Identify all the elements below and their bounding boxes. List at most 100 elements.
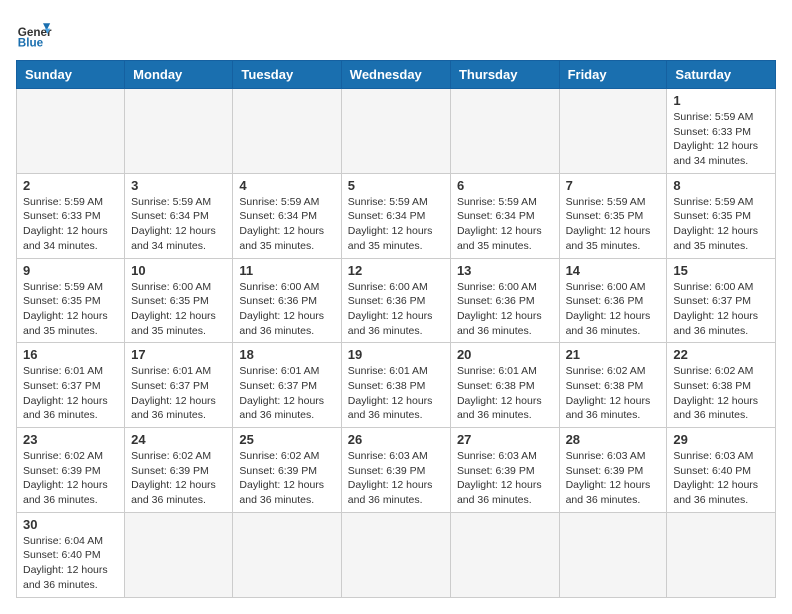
weekday-header-friday: Friday xyxy=(559,61,667,89)
day-number: 27 xyxy=(457,432,553,447)
calendar-day-cell: 14Sunrise: 6:00 AM Sunset: 6:36 PM Dayli… xyxy=(559,258,667,343)
logo-icon: General Blue xyxy=(16,16,52,52)
day-info: Sunrise: 6:00 AM Sunset: 6:36 PM Dayligh… xyxy=(457,280,553,339)
day-info: Sunrise: 6:02 AM Sunset: 6:38 PM Dayligh… xyxy=(566,364,661,423)
day-info: Sunrise: 6:01 AM Sunset: 6:37 PM Dayligh… xyxy=(239,364,334,423)
weekday-header-monday: Monday xyxy=(125,61,233,89)
day-info: Sunrise: 6:02 AM Sunset: 6:39 PM Dayligh… xyxy=(23,449,118,508)
day-info: Sunrise: 6:00 AM Sunset: 6:35 PM Dayligh… xyxy=(131,280,226,339)
day-number: 16 xyxy=(23,347,118,362)
calendar-week-row: 9 Sunrise: 5:59 AM Sunset: 6:35 PM Daylig… xyxy=(17,258,776,343)
day-number: 24 xyxy=(131,432,226,447)
calendar-day-cell: 11Sunrise: 6:00 AM Sunset: 6:36 PM Dayli… xyxy=(233,258,341,343)
calendar-day-cell: 21 Sunrise: 6:02 AM Sunset: 6:38 PM Dayli… xyxy=(559,343,667,428)
calendar-day-cell xyxy=(17,89,125,174)
day-info: Sunrise: 6:01 AM Sunset: 6:37 PM Dayligh… xyxy=(23,364,118,423)
day-info: Sunrise: 5:59 AM Sunset: 6:33 PM Dayligh… xyxy=(673,110,769,169)
weekday-header-tuesday: Tuesday xyxy=(233,61,341,89)
day-number: 15 xyxy=(673,263,769,278)
calendar-day-cell xyxy=(341,89,450,174)
day-info: Sunrise: 6:03 AM Sunset: 6:39 PM Dayligh… xyxy=(457,449,553,508)
day-info: Sunrise: 5:59 AM Sunset: 6:34 PM Dayligh… xyxy=(457,195,553,254)
calendar-day-cell: 15 Sunrise: 6:00 AM Sunset: 6:37 PM Dayli… xyxy=(667,258,776,343)
calendar-day-cell: 29 Sunrise: 6:03 AM Sunset: 6:40 PM Dayli… xyxy=(667,428,776,513)
day-number: 28 xyxy=(566,432,661,447)
calendar-day-cell: 27 Sunrise: 6:03 AM Sunset: 6:39 PM Dayli… xyxy=(450,428,559,513)
calendar-week-row: 23 Sunrise: 6:02 AM Sunset: 6:39 PM Dayli… xyxy=(17,428,776,513)
calendar-day-cell xyxy=(450,89,559,174)
day-number: 3 xyxy=(131,178,226,193)
calendar-day-cell: 6 Sunrise: 5:59 AM Sunset: 6:34 PM Daylig… xyxy=(450,173,559,258)
calendar-week-row: 30 Sunrise: 6:04 AM Sunset: 6:40 PM Dayli… xyxy=(17,512,776,597)
weekday-header-sunday: Sunday xyxy=(17,61,125,89)
calendar-day-cell: 10 Sunrise: 6:00 AM Sunset: 6:35 PM Dayli… xyxy=(125,258,233,343)
day-number: 17 xyxy=(131,347,226,362)
day-number: 14 xyxy=(566,263,661,278)
calendar-day-cell: 16 Sunrise: 6:01 AM Sunset: 6:37 PM Dayli… xyxy=(17,343,125,428)
day-info: Sunrise: 5:59 AM Sunset: 6:35 PM Dayligh… xyxy=(566,195,661,254)
weekday-header-thursday: Thursday xyxy=(450,61,559,89)
calendar-week-row: 16 Sunrise: 6:01 AM Sunset: 6:37 PM Dayli… xyxy=(17,343,776,428)
calendar-week-row: 1 Sunrise: 5:59 AM Sunset: 6:33 PM Daylig… xyxy=(17,89,776,174)
calendar-day-cell: 4Sunrise: 5:59 AM Sunset: 6:34 PM Daylig… xyxy=(233,173,341,258)
day-info: Sunrise: 6:00 AM Sunset: 6:37 PM Dayligh… xyxy=(673,280,769,339)
calendar-day-cell: 9 Sunrise: 5:59 AM Sunset: 6:35 PM Daylig… xyxy=(17,258,125,343)
calendar-day-cell xyxy=(341,512,450,597)
day-info: Sunrise: 5:59 AM Sunset: 6:35 PM Dayligh… xyxy=(23,280,118,339)
day-info: Sunrise: 6:02 AM Sunset: 6:39 PM Dayligh… xyxy=(131,449,226,508)
logo: General Blue xyxy=(16,16,52,52)
day-number: 10 xyxy=(131,263,226,278)
day-info: Sunrise: 5:59 AM Sunset: 6:34 PM Dayligh… xyxy=(131,195,226,254)
calendar-day-cell: 13 Sunrise: 6:00 AM Sunset: 6:36 PM Dayli… xyxy=(450,258,559,343)
calendar-day-cell: 24 Sunrise: 6:02 AM Sunset: 6:39 PM Dayli… xyxy=(125,428,233,513)
calendar-day-cell xyxy=(125,89,233,174)
day-number: 1 xyxy=(673,93,769,108)
calendar-day-cell: 8Sunrise: 5:59 AM Sunset: 6:35 PM Daylig… xyxy=(667,173,776,258)
day-info: Sunrise: 6:01 AM Sunset: 6:38 PM Dayligh… xyxy=(348,364,444,423)
calendar-week-row: 2 Sunrise: 5:59 AM Sunset: 6:33 PM Daylig… xyxy=(17,173,776,258)
day-number: 8 xyxy=(673,178,769,193)
calendar-day-cell: 7Sunrise: 5:59 AM Sunset: 6:35 PM Daylig… xyxy=(559,173,667,258)
calendar-day-cell: 18Sunrise: 6:01 AM Sunset: 6:37 PM Dayli… xyxy=(233,343,341,428)
day-info: Sunrise: 6:01 AM Sunset: 6:38 PM Dayligh… xyxy=(457,364,553,423)
calendar-day-cell: 3 Sunrise: 5:59 AM Sunset: 6:34 PM Daylig… xyxy=(125,173,233,258)
day-number: 2 xyxy=(23,178,118,193)
calendar-day-cell: 26Sunrise: 6:03 AM Sunset: 6:39 PM Dayli… xyxy=(341,428,450,513)
svg-text:Blue: Blue xyxy=(18,37,44,50)
day-number: 19 xyxy=(348,347,444,362)
day-number: 23 xyxy=(23,432,118,447)
calendar-day-cell: 30 Sunrise: 6:04 AM Sunset: 6:40 PM Dayli… xyxy=(17,512,125,597)
weekday-header-saturday: Saturday xyxy=(667,61,776,89)
day-info: Sunrise: 5:59 AM Sunset: 6:33 PM Dayligh… xyxy=(23,195,118,254)
calendar-day-cell: 12Sunrise: 6:00 AM Sunset: 6:36 PM Dayli… xyxy=(341,258,450,343)
calendar-day-cell: 2 Sunrise: 5:59 AM Sunset: 6:33 PM Daylig… xyxy=(17,173,125,258)
day-number: 25 xyxy=(239,432,334,447)
day-number: 29 xyxy=(673,432,769,447)
day-number: 5 xyxy=(348,178,444,193)
day-number: 13 xyxy=(457,263,553,278)
calendar-day-cell: 20 Sunrise: 6:01 AM Sunset: 6:38 PM Dayli… xyxy=(450,343,559,428)
day-info: Sunrise: 6:03 AM Sunset: 6:39 PM Dayligh… xyxy=(566,449,661,508)
calendar-day-cell: 22 Sunrise: 6:02 AM Sunset: 6:38 PM Dayli… xyxy=(667,343,776,428)
day-info: Sunrise: 6:00 AM Sunset: 6:36 PM Dayligh… xyxy=(239,280,334,339)
day-number: 9 xyxy=(23,263,118,278)
calendar-day-cell: 23 Sunrise: 6:02 AM Sunset: 6:39 PM Dayli… xyxy=(17,428,125,513)
day-number: 12 xyxy=(348,263,444,278)
calendar-day-cell xyxy=(233,89,341,174)
day-info: Sunrise: 6:02 AM Sunset: 6:38 PM Dayligh… xyxy=(673,364,769,423)
day-info: Sunrise: 6:04 AM Sunset: 6:40 PM Dayligh… xyxy=(23,534,118,593)
day-number: 30 xyxy=(23,517,118,532)
weekday-header-wednesday: Wednesday xyxy=(341,61,450,89)
calendar-day-cell: 5Sunrise: 5:59 AM Sunset: 6:34 PM Daylig… xyxy=(341,173,450,258)
day-info: Sunrise: 6:03 AM Sunset: 6:40 PM Dayligh… xyxy=(673,449,769,508)
calendar-day-cell: 28 Sunrise: 6:03 AM Sunset: 6:39 PM Dayli… xyxy=(559,428,667,513)
day-number: 6 xyxy=(457,178,553,193)
day-number: 22 xyxy=(673,347,769,362)
day-info: Sunrise: 6:03 AM Sunset: 6:39 PM Dayligh… xyxy=(348,449,444,508)
calendar-day-cell xyxy=(125,512,233,597)
day-number: 21 xyxy=(566,347,661,362)
calendar-day-cell xyxy=(233,512,341,597)
calendar-day-cell xyxy=(667,512,776,597)
day-number: 20 xyxy=(457,347,553,362)
day-info: Sunrise: 6:02 AM Sunset: 6:39 PM Dayligh… xyxy=(239,449,334,508)
